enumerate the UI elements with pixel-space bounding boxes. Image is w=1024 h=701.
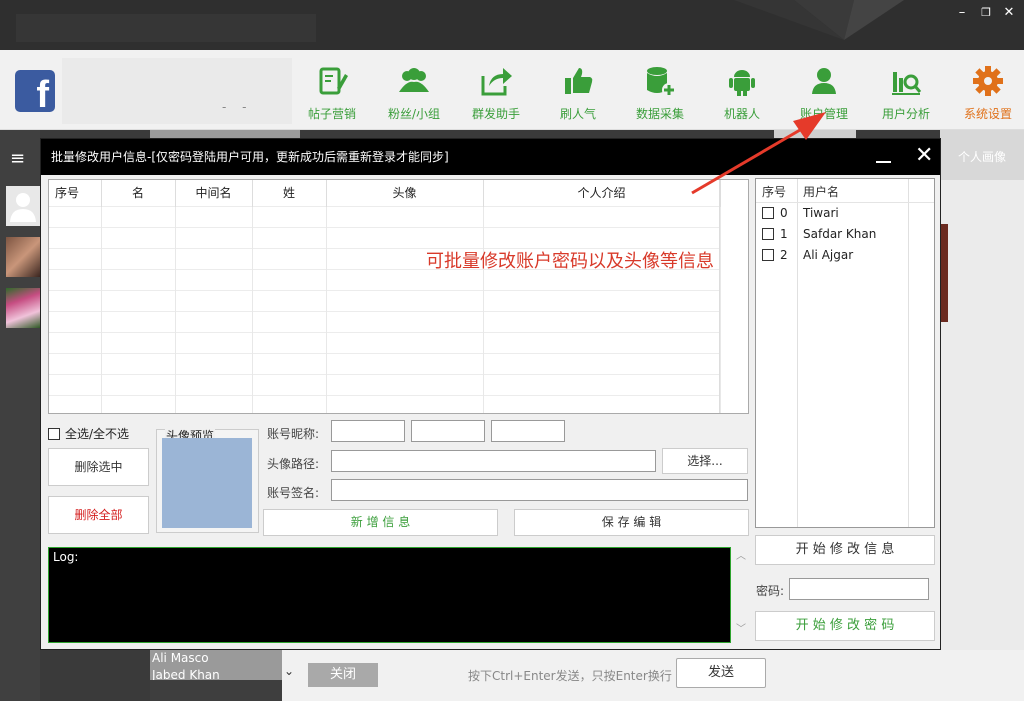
annotation-arrow <box>691 112 826 195</box>
